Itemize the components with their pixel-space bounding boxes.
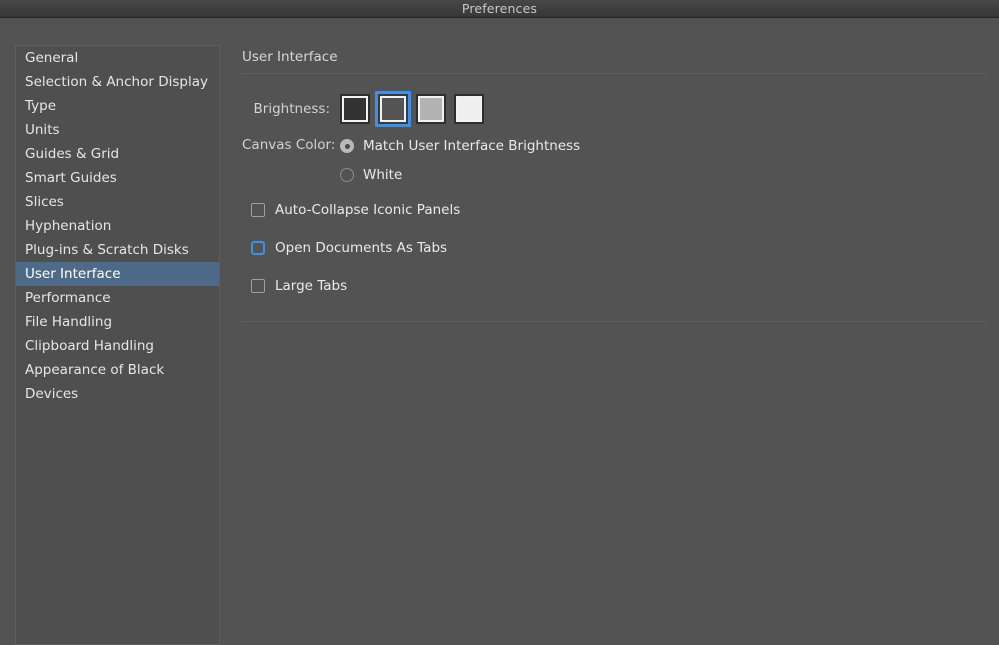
preferences-category-list[interactable]: GeneralSelection & Anchor DisplayTypeUni… bbox=[15, 45, 220, 645]
window-title: Preferences bbox=[0, 0, 999, 17]
sidebar-item-general[interactable]: General bbox=[16, 46, 219, 70]
preferences-window: Preferences GeneralSelection & Anchor Di… bbox=[0, 0, 999, 629]
brightness-row: Brightness: bbox=[242, 94, 484, 124]
page-title: User Interface bbox=[242, 45, 987, 65]
sidebar-item-appearance-of-black[interactable]: Appearance of Black bbox=[16, 358, 219, 382]
canvas-color-radio-group[interactable]: Match User Interface Brightness White bbox=[340, 137, 580, 183]
canvas-color-option-label: Match User Interface Brightness bbox=[363, 138, 580, 154]
section-divider bbox=[242, 321, 987, 322]
sidebar-item-guides-grid[interactable]: Guides & Grid bbox=[16, 142, 219, 166]
sidebar-item-slices[interactable]: Slices bbox=[16, 190, 219, 214]
heading-divider bbox=[242, 73, 987, 74]
swatch-fill bbox=[458, 98, 480, 120]
checkbox-label: Auto-Collapse Iconic Panels bbox=[275, 202, 460, 218]
sidebar-item-file-handling[interactable]: File Handling bbox=[16, 310, 219, 334]
canvas-color-option[interactable]: Match User Interface Brightness bbox=[340, 138, 580, 154]
checkbox-row[interactable]: Open Documents As Tabs bbox=[251, 240, 460, 256]
sidebar-item-hyphenation[interactable]: Hyphenation bbox=[16, 214, 219, 238]
checkbox-row[interactable]: Large Tabs bbox=[251, 278, 460, 294]
sidebar-item-type[interactable]: Type bbox=[16, 94, 219, 118]
checkbox-label: Large Tabs bbox=[275, 278, 347, 294]
canvas-color-label: Canvas Color: bbox=[242, 137, 340, 153]
swatch-fill bbox=[382, 98, 404, 120]
radio-button-icon[interactable] bbox=[340, 168, 354, 182]
canvas-color-option[interactable]: White bbox=[340, 167, 580, 183]
brightness-swatch-darkest[interactable] bbox=[340, 94, 370, 124]
sidebar-item-devices[interactable]: Devices bbox=[16, 382, 219, 406]
sidebar-item-selection-anchor-display[interactable]: Selection & Anchor Display bbox=[16, 70, 219, 94]
brightness-swatches[interactable] bbox=[340, 94, 484, 124]
brightness-swatch-dark[interactable] bbox=[378, 94, 408, 124]
sidebar-item-performance[interactable]: Performance bbox=[16, 286, 219, 310]
checkbox-icon[interactable] bbox=[251, 241, 265, 255]
swatch-fill bbox=[344, 98, 366, 120]
sidebar-item-units[interactable]: Units bbox=[16, 118, 219, 142]
sidebar-item-clipboard-handling[interactable]: Clipboard Handling bbox=[16, 334, 219, 358]
radio-button-icon[interactable] bbox=[340, 139, 354, 153]
title-bar: Preferences bbox=[0, 0, 999, 18]
sidebar-item-user-interface[interactable]: User Interface bbox=[16, 262, 219, 286]
checkbox-icon[interactable] bbox=[251, 279, 265, 293]
options-checkbox-group[interactable]: Auto-Collapse Iconic Panels Open Document… bbox=[251, 202, 460, 294]
sidebar-item-smart-guides[interactable]: Smart Guides bbox=[16, 166, 219, 190]
canvas-color-row: Canvas Color: Match User Interface Brigh… bbox=[242, 137, 580, 183]
brightness-swatch-lightest[interactable] bbox=[454, 94, 484, 124]
brightness-swatch-light[interactable] bbox=[416, 94, 446, 124]
checkbox-label: Open Documents As Tabs bbox=[275, 240, 447, 256]
user-interface-panel: User Interface Brightness: Canvas Color:… bbox=[242, 45, 987, 629]
sidebar-item-plug-ins-scratch-disks[interactable]: Plug-ins & Scratch Disks bbox=[16, 238, 219, 262]
brightness-label: Brightness: bbox=[242, 101, 340, 117]
checkbox-icon[interactable] bbox=[251, 203, 265, 217]
canvas-color-option-label: White bbox=[363, 167, 402, 183]
swatch-fill bbox=[420, 98, 442, 120]
checkbox-row[interactable]: Auto-Collapse Iconic Panels bbox=[251, 202, 460, 218]
